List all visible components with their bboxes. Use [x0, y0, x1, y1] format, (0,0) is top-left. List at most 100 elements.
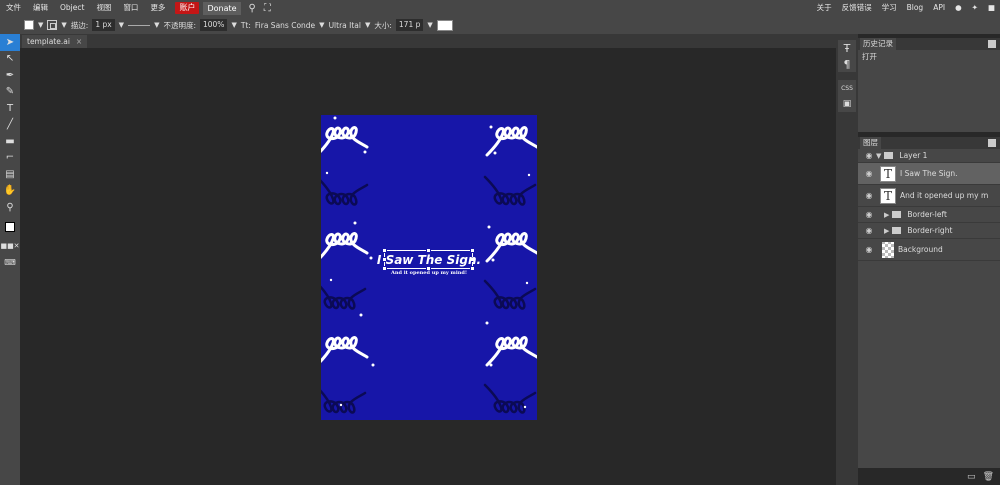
layer-row[interactable]: ◉ ▶ Border-left [858, 207, 1000, 223]
twitter-icon[interactable]: ✦ [967, 0, 983, 16]
visibility-eye-icon[interactable]: ◉ [862, 226, 876, 235]
font-style-select[interactable]: Ultra Ital [329, 21, 361, 30]
layer-row[interactable]: ◉ ▼ Layer 1 [858, 149, 1000, 163]
reddit-icon[interactable]: ● [950, 0, 967, 16]
pen-tool-icon[interactable]: ✒ [0, 67, 20, 84]
history-tab[interactable]: 历史记录 [860, 38, 896, 50]
menu-file[interactable]: 文件 [0, 0, 27, 16]
new-folder-icon[interactable]: ▭ [967, 472, 976, 482]
stroke-width-dropdown-icon[interactable]: ▼ [119, 21, 124, 29]
opacity-label: 不透明度: [163, 20, 196, 30]
css-panel-icon[interactable]: CSS [838, 80, 856, 96]
expand-arrow-icon[interactable]: ▶ [884, 211, 889, 219]
history-item[interactable]: 打开 [858, 50, 1000, 62]
sign-title-text[interactable]: I Saw The Sign. [321, 253, 537, 267]
menu-view[interactable]: 视图 [90, 0, 117, 16]
document-canvas[interactable]: I Saw The Sign. And it opened up my mind… [321, 115, 537, 420]
fill-dropdown-icon[interactable]: ▼ [38, 21, 43, 29]
stroke-width-field[interactable]: 1 px [92, 19, 115, 31]
facebook-icon[interactable]: ■ [983, 0, 1000, 16]
font-style-dropdown-icon[interactable]: ▼ [365, 21, 370, 29]
folder-icon [892, 211, 902, 218]
collapse-arrow-icon[interactable]: ▼ [876, 152, 881, 160]
font-size-field[interactable]: 171 p [395, 19, 424, 31]
menu-bar: 文件 编辑 Object 视图 窗口 更多 账户 Donate ⚲ ⛶ 关于 反… [0, 0, 1000, 16]
close-tab-icon[interactable]: × [76, 37, 82, 46]
text-layer-thumbnail-icon: T [880, 165, 896, 182]
visibility-eye-icon[interactable]: ◉ [862, 169, 876, 178]
donate-button[interactable]: Donate [203, 1, 241, 15]
stroke-label: 描边: [70, 20, 89, 30]
tools-panel: ➤ ↖ ✒ ✎ T ╱ ▬ ⌐ ▤ ✋ ⚲ ■■✕ ⌨ [0, 34, 20, 485]
document-tab-label: template.ai [27, 37, 70, 46]
type-tool-icon[interactable]: T [0, 100, 20, 117]
layer-row[interactable]: ◉ T And it opened up my m [858, 185, 1000, 207]
menu-window[interactable]: 窗口 [117, 0, 144, 16]
visibility-eye-icon[interactable]: ◉ [862, 245, 876, 254]
layer-row-selected[interactable]: ◉ T I Saw The Sign. [858, 163, 1000, 185]
color-swatches-icon[interactable] [0, 216, 20, 238]
menu-api[interactable]: API [928, 0, 950, 16]
layers-tab[interactable]: 图层 [860, 137, 881, 149]
paragraph-panel-icon[interactable]: ¶ [838, 56, 856, 72]
font-label: Tt: [240, 20, 251, 30]
menu-about[interactable]: 关于 [812, 0, 837, 16]
folder-icon [884, 152, 894, 159]
layer-name: Border-right [907, 226, 953, 235]
character-panel-icon[interactable]: Ŧ [838, 40, 856, 56]
visibility-eye-icon[interactable]: ◉ [862, 191, 876, 200]
panel-close-icon[interactable] [988, 40, 996, 48]
keyboard-icon[interactable]: ⌨ [0, 254, 20, 271]
layer-name: Border-left [907, 210, 947, 219]
opacity-dropdown-icon[interactable]: ▼ [231, 21, 236, 29]
document-tab[interactable]: template.ai × [22, 35, 88, 48]
stroke-style-line[interactable] [128, 24, 151, 26]
text-color-swatch[interactable] [436, 19, 453, 31]
hand-tool-icon[interactable]: ✋ [0, 183, 20, 200]
font-size-dropdown-icon[interactable]: ▼ [427, 21, 432, 29]
layer-row[interactable]: ◉ ▶ Border-right [858, 223, 1000, 239]
font-family-select[interactable]: Fira Sans Conde [255, 21, 315, 30]
crop-tool-icon[interactable]: ⌐ [0, 150, 20, 167]
options-bar: ▼ ▼ 描边: 1 px ▼ ▼ 不透明度: 100% ▼ Tt: Fira S… [0, 16, 1000, 34]
gradient-tool-icon[interactable]: ▤ [0, 166, 20, 183]
layer-name: Layer 1 [899, 151, 928, 160]
account-button[interactable]: 账户 [175, 2, 200, 14]
swap-colors-icon[interactable]: ■■✕ [0, 238, 20, 255]
direct-select-tool-icon[interactable]: ↖ [0, 51, 20, 68]
fullscreen-icon[interactable]: ⛶ [264, 3, 271, 14]
search-icon[interactable]: ⚲ [249, 3, 256, 14]
layer-name: Background [898, 245, 943, 254]
fill-color-swatch[interactable] [24, 20, 34, 30]
layers-footer: ▭ 🗑 [858, 468, 1000, 485]
visibility-eye-icon[interactable]: ◉ [862, 210, 876, 219]
delete-layer-icon[interactable]: 🗑 [983, 472, 994, 482]
pencil-tool-icon[interactable]: ✎ [0, 84, 20, 101]
background-thumbnail-icon [882, 241, 894, 258]
menu-edit[interactable]: 编辑 [27, 0, 54, 16]
image-panel-icon[interactable]: ▣ [838, 96, 856, 112]
visibility-eye-icon[interactable]: ◉ [862, 151, 876, 160]
menu-blog[interactable]: Blog [902, 0, 929, 16]
document-tabs: template.ai × [20, 34, 836, 48]
panel-close-icon[interactable] [988, 139, 996, 147]
menu-report-bug[interactable]: 反馈错误 [837, 0, 877, 16]
menu-more[interactable]: 更多 [144, 0, 171, 16]
layer-row[interactable]: ◉ Background [858, 239, 1000, 261]
line-tool-icon[interactable]: ╱ [0, 117, 20, 134]
menu-object[interactable]: Object [54, 0, 90, 16]
stroke-style-dropdown-icon[interactable]: ▼ [154, 21, 159, 29]
stroke-box-icon[interactable] [47, 20, 58, 30]
sign-subtitle-text[interactable]: And it opened up my mind! [321, 270, 537, 276]
layer-name: And it opened up my m [900, 191, 989, 200]
zoom-tool-icon[interactable]: ⚲ [0, 199, 20, 216]
menu-learn[interactable]: 学习 [877, 0, 902, 16]
menu-right: 关于 反馈错误 学习 Blog API ● ✦ ■ [812, 0, 1000, 16]
font-family-dropdown-icon[interactable]: ▼ [319, 21, 324, 29]
expand-arrow-icon[interactable]: ▶ [884, 227, 889, 235]
opacity-field[interactable]: 100% [199, 19, 228, 31]
stroke-dropdown-icon[interactable]: ▼ [61, 21, 66, 29]
select-tool-icon[interactable]: ➤ [0, 34, 20, 51]
rectangle-tool-icon[interactable]: ▬ [0, 133, 20, 150]
canvas-area[interactable]: I Saw The Sign. And it opened up my mind… [20, 48, 836, 485]
